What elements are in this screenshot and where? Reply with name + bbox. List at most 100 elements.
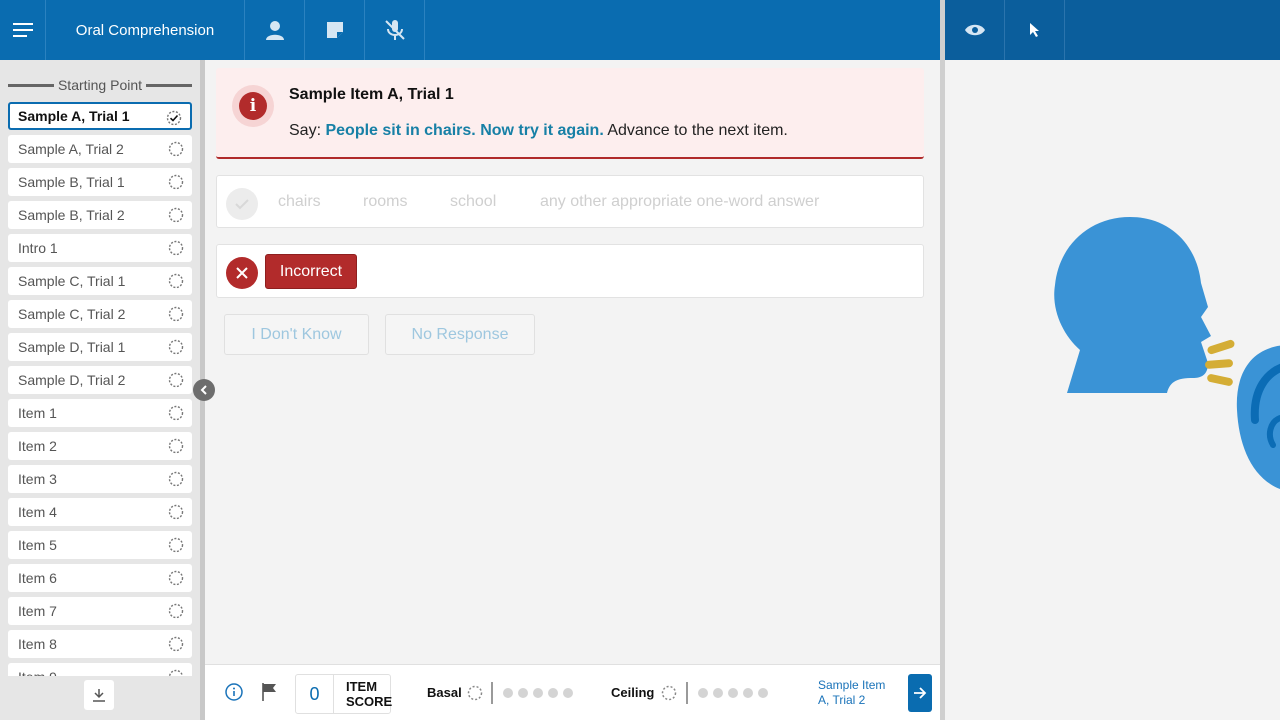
status-pending-icon xyxy=(168,669,184,676)
item-sidebar: Starting Point Sample A, Trial 1 Sample A… xyxy=(0,60,200,720)
pointer-button[interactable] xyxy=(1005,0,1065,60)
no-response-button[interactable]: No Response xyxy=(385,314,535,355)
basal-status-icon xyxy=(467,685,483,701)
status-pending-icon xyxy=(168,405,184,421)
status-pending-icon xyxy=(168,471,184,487)
ceiling-divider xyxy=(686,682,688,704)
answer-option[interactable]: chairs xyxy=(278,193,321,211)
sidebar-item[interactable]: Item 6 xyxy=(8,564,192,592)
status-pending-icon xyxy=(168,273,184,289)
status-pending-icon xyxy=(168,240,184,256)
instruction-alert: i Sample Item A, Trial 1 Say: People sit… xyxy=(216,68,924,159)
sidebar-item-label: Item 8 xyxy=(18,636,57,652)
say-prefix: Say: xyxy=(289,122,322,139)
microphone-off-button[interactable] xyxy=(365,0,425,60)
status-pending-icon xyxy=(168,504,184,520)
close-icon xyxy=(236,267,248,279)
sidebar-item[interactable]: Sample C, Trial 1 xyxy=(8,267,192,295)
sidebar-item-label: Sample C, Trial 2 xyxy=(18,306,126,322)
correct-answers-row: chairs rooms school any other appropriat… xyxy=(216,175,924,228)
answer-option[interactable]: school xyxy=(450,193,496,211)
status-pending-icon xyxy=(168,339,184,355)
sidebar-item[interactable]: Sample B, Trial 2 xyxy=(8,201,192,229)
item-score-label: ITEM SCORE xyxy=(346,679,393,709)
sidebar-item[interactable]: Item 7 xyxy=(8,597,192,625)
cursor-icon xyxy=(1029,23,1039,37)
note-icon xyxy=(326,22,343,38)
eye-icon xyxy=(964,24,985,36)
menu-icon xyxy=(12,23,33,37)
next-item-label: Sample Item A, Trial 2 xyxy=(818,678,886,707)
collapse-sidebar-button[interactable] xyxy=(193,379,215,401)
starting-point-header: Starting Point xyxy=(8,76,192,94)
basal-dots xyxy=(503,688,573,698)
sidebar-item[interactable]: Item 9 xyxy=(8,663,192,676)
alert-title: Sample Item A, Trial 1 xyxy=(289,86,454,103)
sidebar-item[interactable]: Sample A, Trial 1 xyxy=(8,102,192,130)
sidebar-item[interactable]: Item 1 xyxy=(8,399,192,427)
view-button[interactable] xyxy=(945,0,1005,60)
person-icon xyxy=(265,21,284,40)
say-suffix: Advance to the next item. xyxy=(607,122,788,139)
sidebar-item[interactable]: Sample D, Trial 2 xyxy=(8,366,192,394)
flag-icon[interactable] xyxy=(261,682,279,702)
correct-button[interactable] xyxy=(226,188,258,220)
dont-know-button[interactable]: I Don't Know xyxy=(224,314,369,355)
sidebar-item[interactable]: Sample C, Trial 2 xyxy=(8,300,192,328)
status-pending-icon xyxy=(168,306,184,322)
status-pending-icon xyxy=(168,438,184,454)
sidebar-item[interactable]: Item 2 xyxy=(8,432,192,460)
sidebar-item[interactable]: Sample B, Trial 1 xyxy=(8,168,192,196)
sidebar-item[interactable]: Sample D, Trial 1 xyxy=(8,333,192,361)
footer-bar: 0 ITEM SCORE Basal Ceiling Sample Item A… xyxy=(205,664,940,720)
chevron-left-icon xyxy=(200,385,207,395)
examinee-button[interactable] xyxy=(245,0,305,60)
item-list: Sample A, Trial 1 Sample A, Trial 2 Sample… xyxy=(8,102,192,676)
status-checked-icon xyxy=(166,110,182,126)
sidebar-item-label: Sample C, Trial 1 xyxy=(18,273,126,289)
speaking-head-illustration xyxy=(1054,217,1280,489)
check-icon xyxy=(235,199,249,210)
notes-button[interactable] xyxy=(305,0,365,60)
sidebar-item-label: Item 5 xyxy=(18,537,57,553)
incorrect-toggle[interactable] xyxy=(226,257,258,289)
sidebar-item-label: Item 6 xyxy=(18,570,57,586)
sidebar-item-label: Item 1 xyxy=(18,405,57,421)
sidebar-item-label: Sample A, Trial 1 xyxy=(18,108,130,124)
test-title: Oral Comprehension xyxy=(46,0,245,60)
next-item-button[interactable] xyxy=(908,674,932,712)
sidebar-item-label: Intro 1 xyxy=(18,240,58,256)
scoring-row: Incorrect xyxy=(216,244,924,298)
top-bar: Oral Comprehension xyxy=(0,0,940,60)
status-pending-icon xyxy=(168,603,184,619)
say-prompt: People sit in chairs. Now try it again. xyxy=(325,122,604,139)
info-icon[interactable] xyxy=(225,683,243,701)
app-root: Oral Comprehension Starting Point Sample… xyxy=(0,0,1280,720)
status-pending-icon xyxy=(168,537,184,553)
status-pending-icon xyxy=(168,372,184,388)
sidebar-item-label: Item 2 xyxy=(18,438,57,454)
sidebar-item-label: Item 9 xyxy=(18,669,57,676)
sidebar-item[interactable]: Item 8 xyxy=(8,630,192,658)
menu-button[interactable] xyxy=(0,0,46,60)
answer-option[interactable]: any other appropriate one-word answer xyxy=(540,193,819,211)
download-button[interactable] xyxy=(84,680,114,710)
sidebar-item[interactable]: Sample A, Trial 2 xyxy=(8,135,192,163)
incorrect-button[interactable]: Incorrect xyxy=(265,254,357,289)
stimulus-panel xyxy=(945,60,1280,720)
alert-instruction: Say: People sit in chairs. Now try it ag… xyxy=(289,122,788,140)
answer-option[interactable]: rooms xyxy=(363,193,407,211)
item-score-value: 0 xyxy=(296,675,334,713)
sidebar-item[interactable]: Item 5 xyxy=(8,531,192,559)
sidebar-item-label: Sample B, Trial 1 xyxy=(18,174,125,190)
sidebar-item[interactable]: Item 3 xyxy=(8,465,192,493)
ceiling-dots xyxy=(698,688,768,698)
status-pending-icon xyxy=(168,174,184,190)
sidebar-item[interactable]: Intro 1 xyxy=(8,234,192,262)
ceiling-status-icon xyxy=(661,685,677,701)
sidebar-item[interactable]: Item 4 xyxy=(8,498,192,526)
item-score-box: 0 ITEM SCORE xyxy=(295,674,393,714)
stimulus-toolbar xyxy=(945,0,1280,60)
download-icon xyxy=(93,689,105,702)
info-alert-icon: i xyxy=(232,85,274,127)
